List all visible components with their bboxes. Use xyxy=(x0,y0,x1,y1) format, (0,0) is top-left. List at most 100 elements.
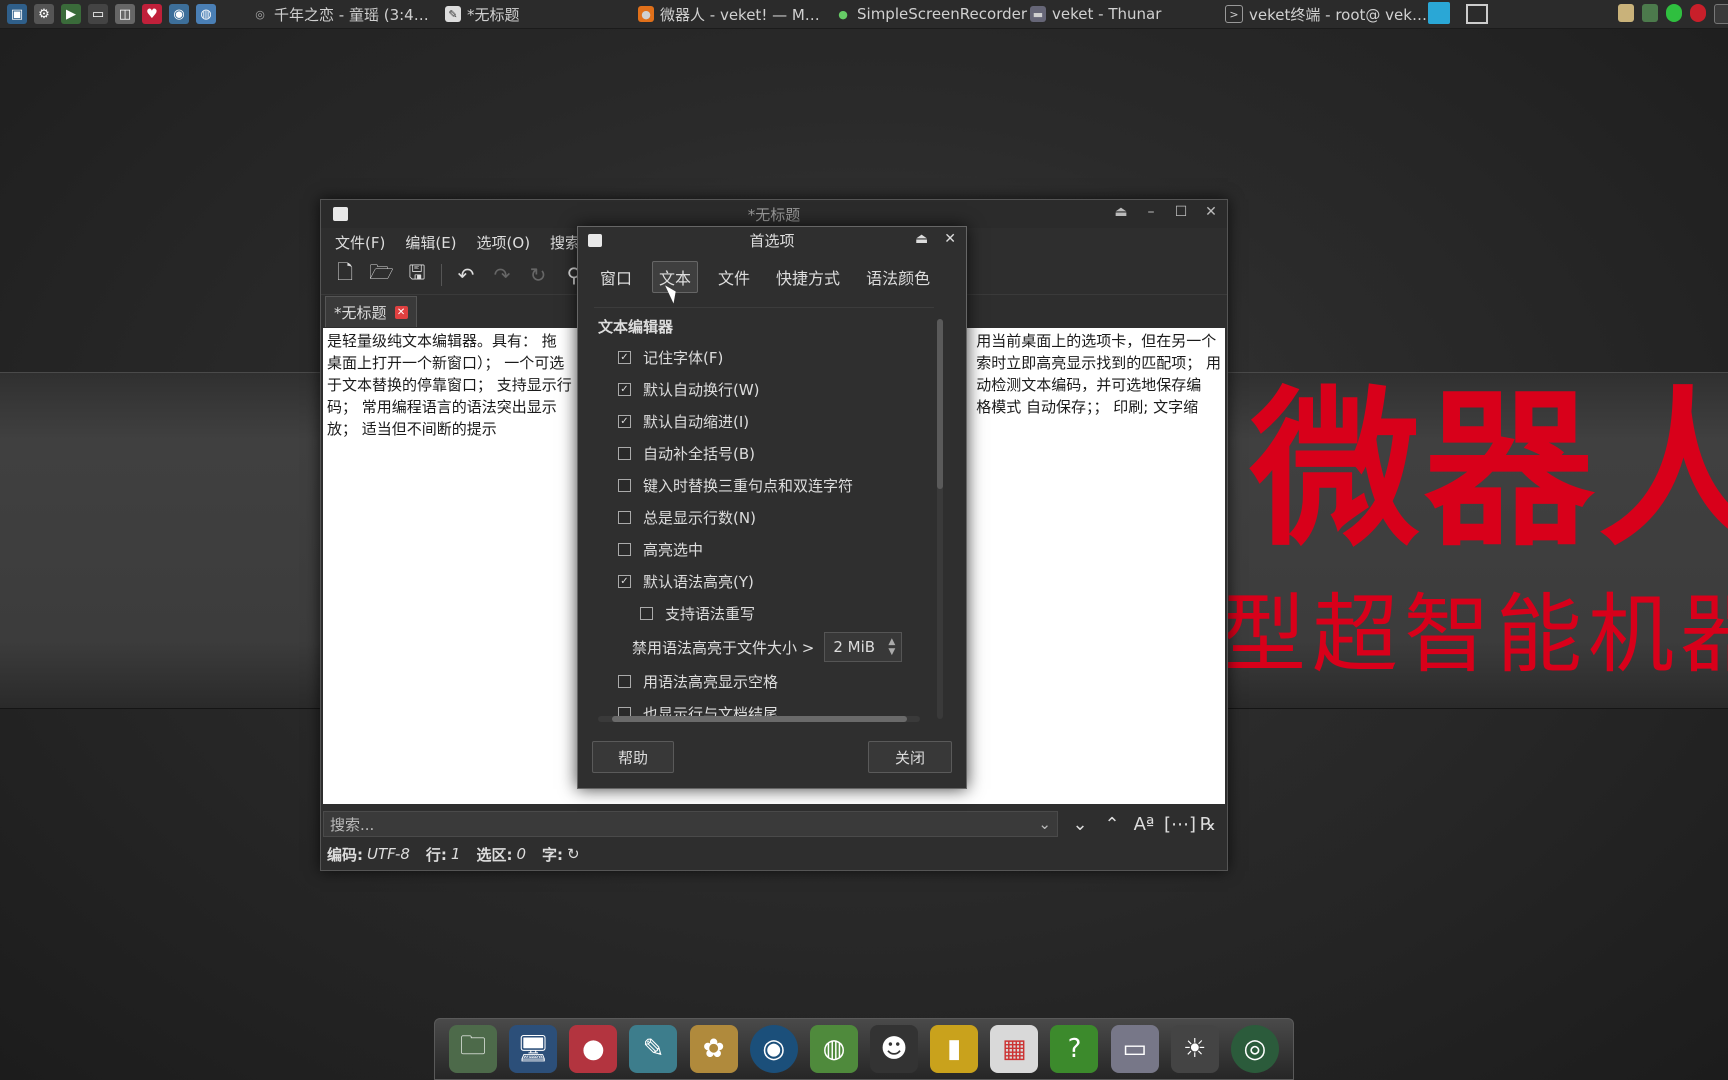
network-tray-icon[interactable] xyxy=(1642,4,1658,22)
file-manager-icon[interactable]: 🗀 xyxy=(449,1025,498,1073)
checkbox[interactable]: ✓ xyxy=(618,382,631,396)
refresh-count-icon[interactable]: ↻ xyxy=(567,845,580,863)
checkbox[interactable] xyxy=(618,478,631,492)
camera-icon[interactable]: ◎ xyxy=(1230,1025,1279,1073)
option-replace-dots[interactable]: 键入时替换三重句点和双连字符 xyxy=(594,469,934,501)
dropdown-icon[interactable]: ⌄ xyxy=(1038,815,1051,833)
menu-options[interactable]: 选项(O) xyxy=(477,232,531,253)
dialog-titlebar[interactable]: 首选项 ⏏ ✕ xyxy=(578,227,966,253)
task-browser[interactable]: ● 微器人 - veket! — M… xyxy=(638,0,820,28)
folder-icon: ▬ xyxy=(1030,6,1046,22)
option-auto-brackets[interactable]: 自动补全括号(B) xyxy=(594,437,934,469)
shade-icon[interactable]: ⏏ xyxy=(915,231,928,247)
option-syntax-override[interactable]: 支持语法重写 xyxy=(594,597,934,629)
notebook-icon[interactable]: ▮ xyxy=(930,1025,979,1073)
tab-text[interactable]: 文本 xyxy=(652,261,699,293)
terminal-icon[interactable]: ▭ xyxy=(88,4,108,24)
network-icon[interactable]: ◉ xyxy=(169,4,189,24)
desktop-switcher-icon[interactable] xyxy=(1428,2,1450,24)
checkbox[interactable] xyxy=(618,542,631,556)
window-list-icon[interactable] xyxy=(1466,4,1488,24)
tab-file[interactable]: 文件 xyxy=(712,262,756,292)
network-globe-icon[interactable]: ◍ xyxy=(809,1025,858,1073)
option-show-whitespace[interactable]: 用语法高亮显示空格 xyxy=(594,665,934,697)
task-text-editor[interactable]: ✎ *无标题 xyxy=(445,0,520,28)
task-file-manager[interactable]: ▬ veket - Thunar xyxy=(1030,0,1161,28)
checkbox[interactable] xyxy=(618,446,631,460)
window-titlebar[interactable]: *无标题 ⏏ – ☐ ✕ xyxy=(321,200,1227,228)
dock: 🗀 🖥 ● ✎ ✿ ◉ ◍ ☻ ▮ ▦ ? ▭ ☀ ◎ xyxy=(434,1018,1294,1080)
play-icon[interactable]: ▶ xyxy=(61,4,81,24)
scrollbar-thumb[interactable] xyxy=(612,716,907,722)
close-icon[interactable]: ✕ xyxy=(944,231,956,247)
option-label: 支持语法重写 xyxy=(665,604,756,623)
checkbox[interactable] xyxy=(618,510,631,524)
option-syntax-highlight[interactable]: ✓ 默认语法高亮(Y) xyxy=(594,565,934,597)
brightness-icon[interactable]: ☀ xyxy=(1170,1025,1219,1073)
tab-syntax-colors[interactable]: 语法颜色 xyxy=(860,262,936,292)
close-button[interactable]: 关闭 xyxy=(868,741,952,773)
screenshot-icon[interactable]: ◫ xyxy=(115,4,135,24)
horizontal-scrollbar[interactable] xyxy=(598,716,920,722)
record-icon[interactable] xyxy=(1690,4,1706,22)
scrollbar-thumb[interactable] xyxy=(937,319,943,489)
close-icon[interactable]: ✕ xyxy=(1201,204,1221,220)
option-auto-indent[interactable]: ✓ 默认自动缩进(I) xyxy=(594,405,934,437)
tab-close-icon[interactable]: ✕ xyxy=(394,305,408,319)
regex-icon[interactable]: ℞ xyxy=(1196,814,1220,835)
size-limit-spinbox[interactable]: 2 MiB ▲ ▼ xyxy=(824,632,903,662)
option-word-wrap[interactable]: ✓ 默认自动换行(W) xyxy=(594,373,934,405)
menu-search[interactable]: 搜索 xyxy=(550,232,580,253)
redo-icon[interactable]: ↷ xyxy=(490,263,514,287)
presentation-icon[interactable]: ▦ xyxy=(990,1025,1039,1073)
paint-icon[interactable]: ✿ xyxy=(689,1025,738,1073)
option-remember-font[interactable]: ✓ 记住字体(F) xyxy=(594,341,934,373)
task-screen-recorder[interactable]: ● SimpleScreenRecorder xyxy=(835,0,1027,28)
checkbox[interactable] xyxy=(618,674,631,688)
shade-icon[interactable]: ⏏ xyxy=(1111,204,1131,220)
clipboard-icon[interactable] xyxy=(1618,4,1634,22)
media-icon[interactable]: ◉ xyxy=(749,1025,798,1073)
checkbox[interactable]: ✓ xyxy=(618,414,631,428)
tab-window[interactable]: 窗口 xyxy=(594,262,638,292)
tab-shortcuts[interactable]: 快捷方式 xyxy=(770,262,846,292)
tab-untitled[interactable]: *无标题 ✕ xyxy=(325,296,417,327)
browser-icon[interactable]: ◍ xyxy=(196,4,216,24)
maximize-icon[interactable]: ☐ xyxy=(1171,204,1191,220)
drive-icon[interactable]: ▭ xyxy=(1110,1025,1159,1073)
option-line-numbers[interactable]: 总是显示行数(N) xyxy=(594,501,934,533)
settings-icon[interactable]: ⚙ xyxy=(34,4,54,24)
save-icon[interactable]: 🖫 xyxy=(405,258,429,292)
option-highlight-selection[interactable]: 高亮选中 xyxy=(594,533,934,565)
undo-icon[interactable]: ↶ xyxy=(454,263,478,287)
help-icon[interactable]: ? xyxy=(1050,1025,1099,1073)
find-previous-icon[interactable]: ⌃ xyxy=(1100,814,1124,835)
menu-file[interactable]: 文件(F) xyxy=(335,232,385,253)
find-next-icon[interactable]: ⌄ xyxy=(1068,814,1092,835)
qq-penguin-icon[interactable]: ☻ xyxy=(870,1025,919,1073)
heart-icon[interactable]: ♥ xyxy=(142,4,162,24)
option-show-line-ends[interactable]: 也显示行与文档结尾 xyxy=(594,697,934,718)
open-folder-icon[interactable]: 🗁 xyxy=(369,258,394,292)
checkbox[interactable] xyxy=(640,606,653,620)
battery-icon[interactable] xyxy=(1666,4,1682,22)
power-icon[interactable] xyxy=(1714,4,1728,24)
help-button[interactable]: 帮助 xyxy=(592,741,674,773)
vertical-scrollbar[interactable] xyxy=(937,319,943,719)
veket-mascot-icon[interactable]: ● xyxy=(569,1025,618,1073)
menu-edit[interactable]: 编辑(E) xyxy=(405,232,456,253)
checkbox[interactable]: ✓ xyxy=(618,350,631,364)
system-monitor-icon[interactable]: ▣ xyxy=(7,4,27,24)
text-editor-icon[interactable]: ✎ xyxy=(629,1025,678,1073)
new-file-icon[interactable]: 🗋 xyxy=(333,258,357,292)
reload-icon[interactable]: ↻ xyxy=(526,263,550,287)
minimize-icon[interactable]: – xyxy=(1141,204,1161,220)
task-terminal[interactable]: > veket终端 - root@ vek… xyxy=(1225,0,1427,28)
spin-arrows-icon[interactable]: ▲ ▼ xyxy=(888,637,895,657)
checkbox[interactable]: ✓ xyxy=(618,574,631,588)
whole-word-icon[interactable]: [⋯] xyxy=(1164,814,1196,835)
computer-icon[interactable]: 🖥 xyxy=(509,1025,558,1073)
match-case-icon[interactable]: Aª xyxy=(1132,814,1156,835)
task-music-player[interactable]: ◎ 千年之恋 - 童瑶 (3:4… xyxy=(252,0,429,28)
search-input[interactable]: 搜索... ⌄ xyxy=(323,811,1058,837)
